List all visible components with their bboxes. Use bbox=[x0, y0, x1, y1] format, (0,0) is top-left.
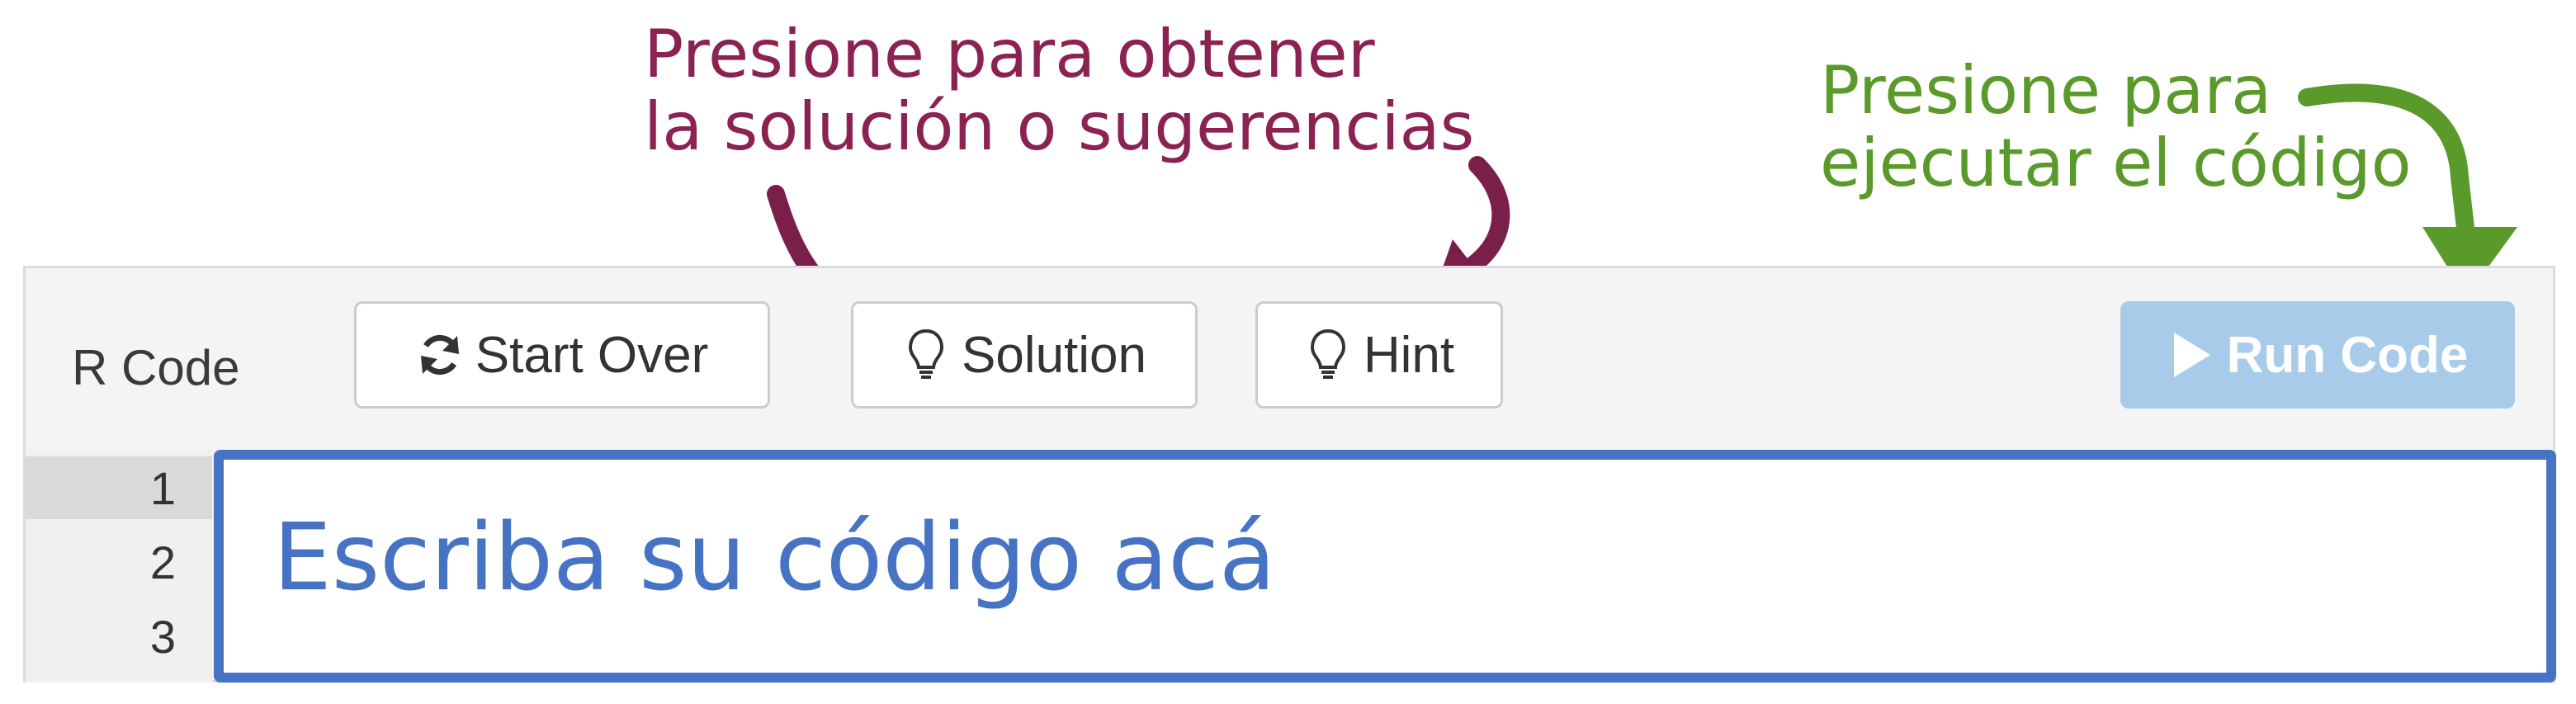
solution-label: Solution bbox=[961, 326, 1147, 384]
code-editor[interactable]: Escriba su código acá bbox=[214, 450, 2556, 683]
play-icon bbox=[2167, 328, 2215, 382]
panel-title: R Code bbox=[72, 340, 240, 395]
annotation-line: la solución o sugerencias bbox=[644, 88, 1475, 165]
start-over-label: Start Over bbox=[475, 326, 709, 384]
hint-label: Hint bbox=[1363, 326, 1455, 384]
solution-button[interactable]: Solution bbox=[851, 301, 1198, 409]
line-number: 1 bbox=[149, 462, 176, 514]
annotation-line: Presione para obtener bbox=[644, 16, 1375, 92]
run-code-label: Run Code bbox=[2226, 326, 2469, 384]
solution-hint-annotation: Presione para obtener la solución o suge… bbox=[644, 18, 1474, 163]
lightbulb-icon bbox=[1304, 328, 1352, 382]
hint-button[interactable]: Hint bbox=[1255, 301, 1503, 409]
line-number: 3 bbox=[149, 611, 176, 663]
start-over-button[interactable]: Start Over bbox=[354, 301, 770, 409]
run-code-annotation: Presione para ejecutar el código bbox=[1820, 54, 2412, 200]
lightbulb-icon bbox=[902, 328, 950, 382]
refresh-icon bbox=[416, 328, 464, 382]
run-code-button[interactable]: Run Code bbox=[2120, 301, 2515, 409]
r-code-exercise-panel: R Code Start Over Solution Hint Run Code… bbox=[23, 266, 2556, 683]
line-number-gutter: 1 2 3 bbox=[26, 450, 212, 683]
active-line-highlight bbox=[26, 456, 212, 519]
line-number: 2 bbox=[149, 536, 176, 588]
editor-placeholder: Escriba su código acá bbox=[273, 504, 1276, 612]
annotation-line: ejecutar el código bbox=[1820, 125, 2412, 201]
annotation-line: Presione para bbox=[1820, 52, 2272, 129]
